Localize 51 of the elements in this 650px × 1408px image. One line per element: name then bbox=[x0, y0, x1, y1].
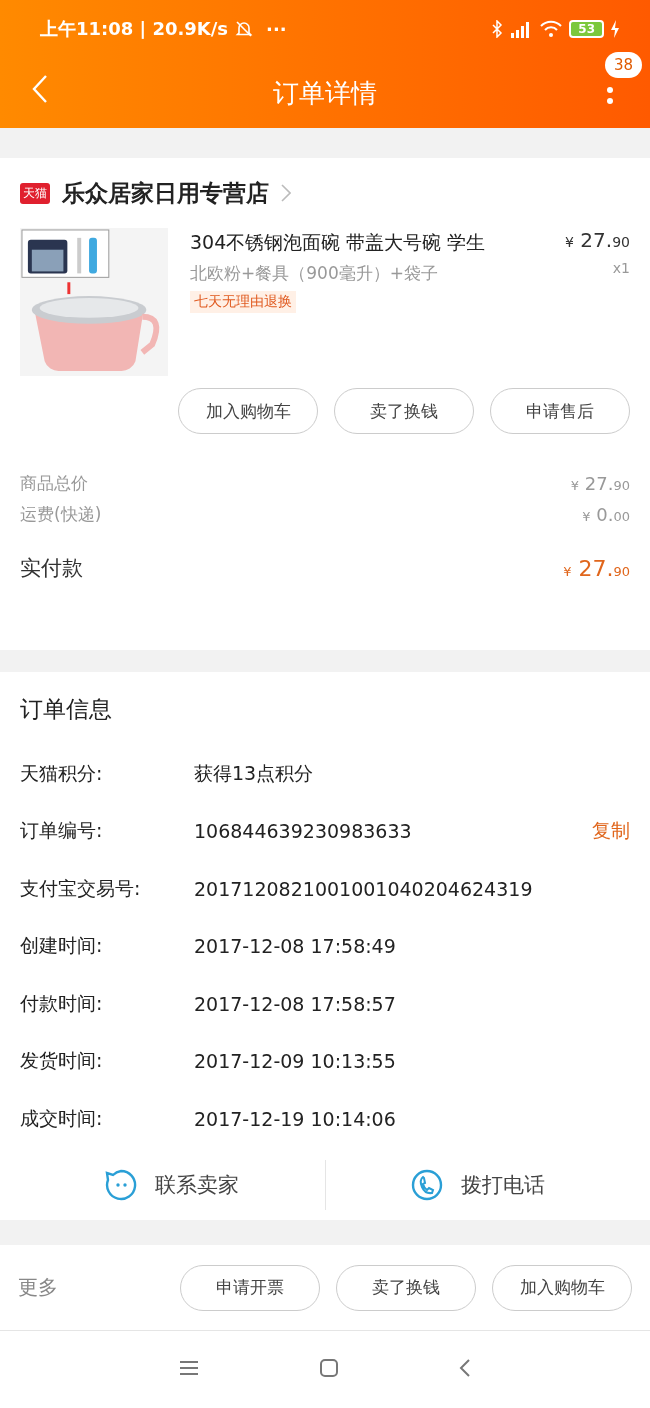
field-label: 付款时间: bbox=[20, 990, 104, 1016]
action-button[interactable]: 申请开票 bbox=[180, 1264, 320, 1311]
chat-face-icon bbox=[105, 1168, 138, 1201]
field-label: 支付宝交易号: bbox=[20, 875, 142, 901]
action-button[interactable]: 加入购物车 bbox=[492, 1264, 632, 1311]
summary-label: 运费(快递) bbox=[20, 503, 102, 526]
store-badge: 天猫 bbox=[20, 182, 50, 204]
home-icon[interactable] bbox=[319, 1357, 339, 1378]
menu-icon[interactable] bbox=[179, 1359, 199, 1376]
contact-button[interactable]: 联系卖家 bbox=[20, 1168, 325, 1201]
action-button[interactable]: 申请售后 bbox=[490, 388, 630, 434]
notification-badge: 38 bbox=[604, 52, 642, 78]
product-variant: 北欧粉+餐具（900毫升）+袋子 bbox=[190, 262, 439, 285]
summary-label: 实付款 bbox=[20, 555, 83, 582]
summary-amount: ¥ 27.90 bbox=[563, 555, 630, 581]
return-policy-tag: 七天无理由退换 bbox=[190, 291, 296, 313]
bell-muted-icon bbox=[234, 19, 255, 39]
field-value: 106844639230983633 bbox=[194, 820, 413, 843]
field-value: 2017-12-19 10:14:06 bbox=[194, 1107, 397, 1130]
product-price: ¥ 27.90 bbox=[565, 228, 630, 252]
battery-indicator: 53 bbox=[569, 20, 604, 38]
action-button[interactable]: 卖了换钱 bbox=[334, 388, 474, 434]
wifi-icon bbox=[539, 20, 564, 38]
status-time: 上午11:08 | 20.9K/s bbox=[40, 17, 229, 41]
field-value: 2017-12-08 17:58:49 bbox=[194, 935, 397, 958]
product-title[interactable]: 304不锈钢泡面碗 带盖大号碗 学生 bbox=[190, 230, 544, 256]
more-label: 更多 bbox=[18, 1274, 58, 1301]
field-value: 2017-12-08 17:58:57 bbox=[194, 992, 397, 1015]
summary-label: 商品总价 bbox=[20, 472, 88, 495]
store-name[interactable]: 乐众居家日用专营店 bbox=[62, 177, 269, 209]
phone-icon bbox=[410, 1168, 443, 1201]
field-label: 成交时间: bbox=[20, 1105, 104, 1131]
field-label: 创建时间: bbox=[20, 933, 104, 959]
charging-icon bbox=[610, 20, 620, 38]
contact-button[interactable]: 拨打电话 bbox=[325, 1168, 630, 1201]
back-icon[interactable] bbox=[459, 1357, 471, 1378]
field-label: 订单编号: bbox=[20, 818, 104, 844]
field-label: 发货时间: bbox=[20, 1048, 104, 1074]
action-button[interactable]: 加入购物车 bbox=[178, 388, 318, 434]
field-value: 2017120821001001040204624319 bbox=[194, 877, 534, 900]
field-value: 2017-12-09 10:13:55 bbox=[194, 1050, 397, 1073]
page-title: 订单详情 bbox=[273, 76, 377, 110]
more-indicator: ··· bbox=[266, 18, 287, 40]
summary-amount: ¥ 27.90 bbox=[570, 473, 630, 494]
product-quantity: x1 bbox=[612, 260, 630, 276]
field-label: 天猫积分: bbox=[20, 760, 104, 786]
summary-amount: ¥ 0.00 bbox=[582, 504, 630, 525]
bluetooth-icon bbox=[491, 20, 504, 38]
field-value: 获得13点积分 bbox=[194, 760, 315, 786]
section-title: 订单信息 bbox=[20, 695, 113, 724]
action-button[interactable]: 卖了换钱 bbox=[336, 1264, 476, 1311]
